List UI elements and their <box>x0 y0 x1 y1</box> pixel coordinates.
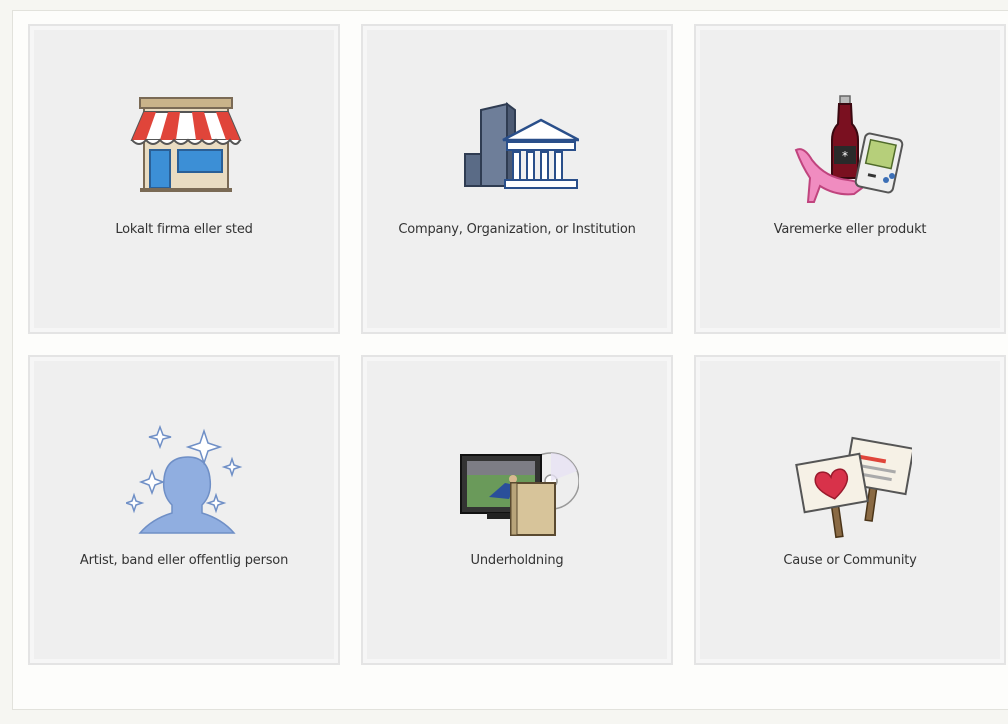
category-label: Company, Organization, or Institution <box>398 222 636 237</box>
category-card-cause-community[interactable]: Cause or Community <box>694 355 1006 665</box>
category-card-local-business[interactable]: Lokalt firma eller sted <box>28 24 340 334</box>
category-card-brand-product[interactable]: * Varemerke eller produkt <box>694 24 1006 334</box>
person-silhouette-icon <box>126 421 246 541</box>
category-card-entertainment[interactable]: Underholdning <box>361 355 673 665</box>
category-label: Cause or Community <box>783 553 917 568</box>
category-card-artist-public-figure[interactable]: Artist, band eller offentlig person <box>28 355 340 665</box>
products-icon: * <box>792 90 912 210</box>
storefront-icon <box>126 90 246 210</box>
entertainment-icon <box>459 421 579 541</box>
svg-text:*: * <box>842 149 848 163</box>
category-label: Underholdning <box>470 553 564 568</box>
building-icon <box>459 90 579 210</box>
category-grid: Lokalt firma eller sted Company, Organiz… <box>28 24 1008 724</box>
protest-signs-icon <box>792 421 912 541</box>
category-label: Varemerke eller produkt <box>773 222 927 237</box>
category-card-company[interactable]: Company, Organization, or Institution <box>361 24 673 334</box>
category-label: Lokalt firma eller sted <box>115 222 253 237</box>
category-label: Artist, band eller offentlig person <box>79 553 289 568</box>
